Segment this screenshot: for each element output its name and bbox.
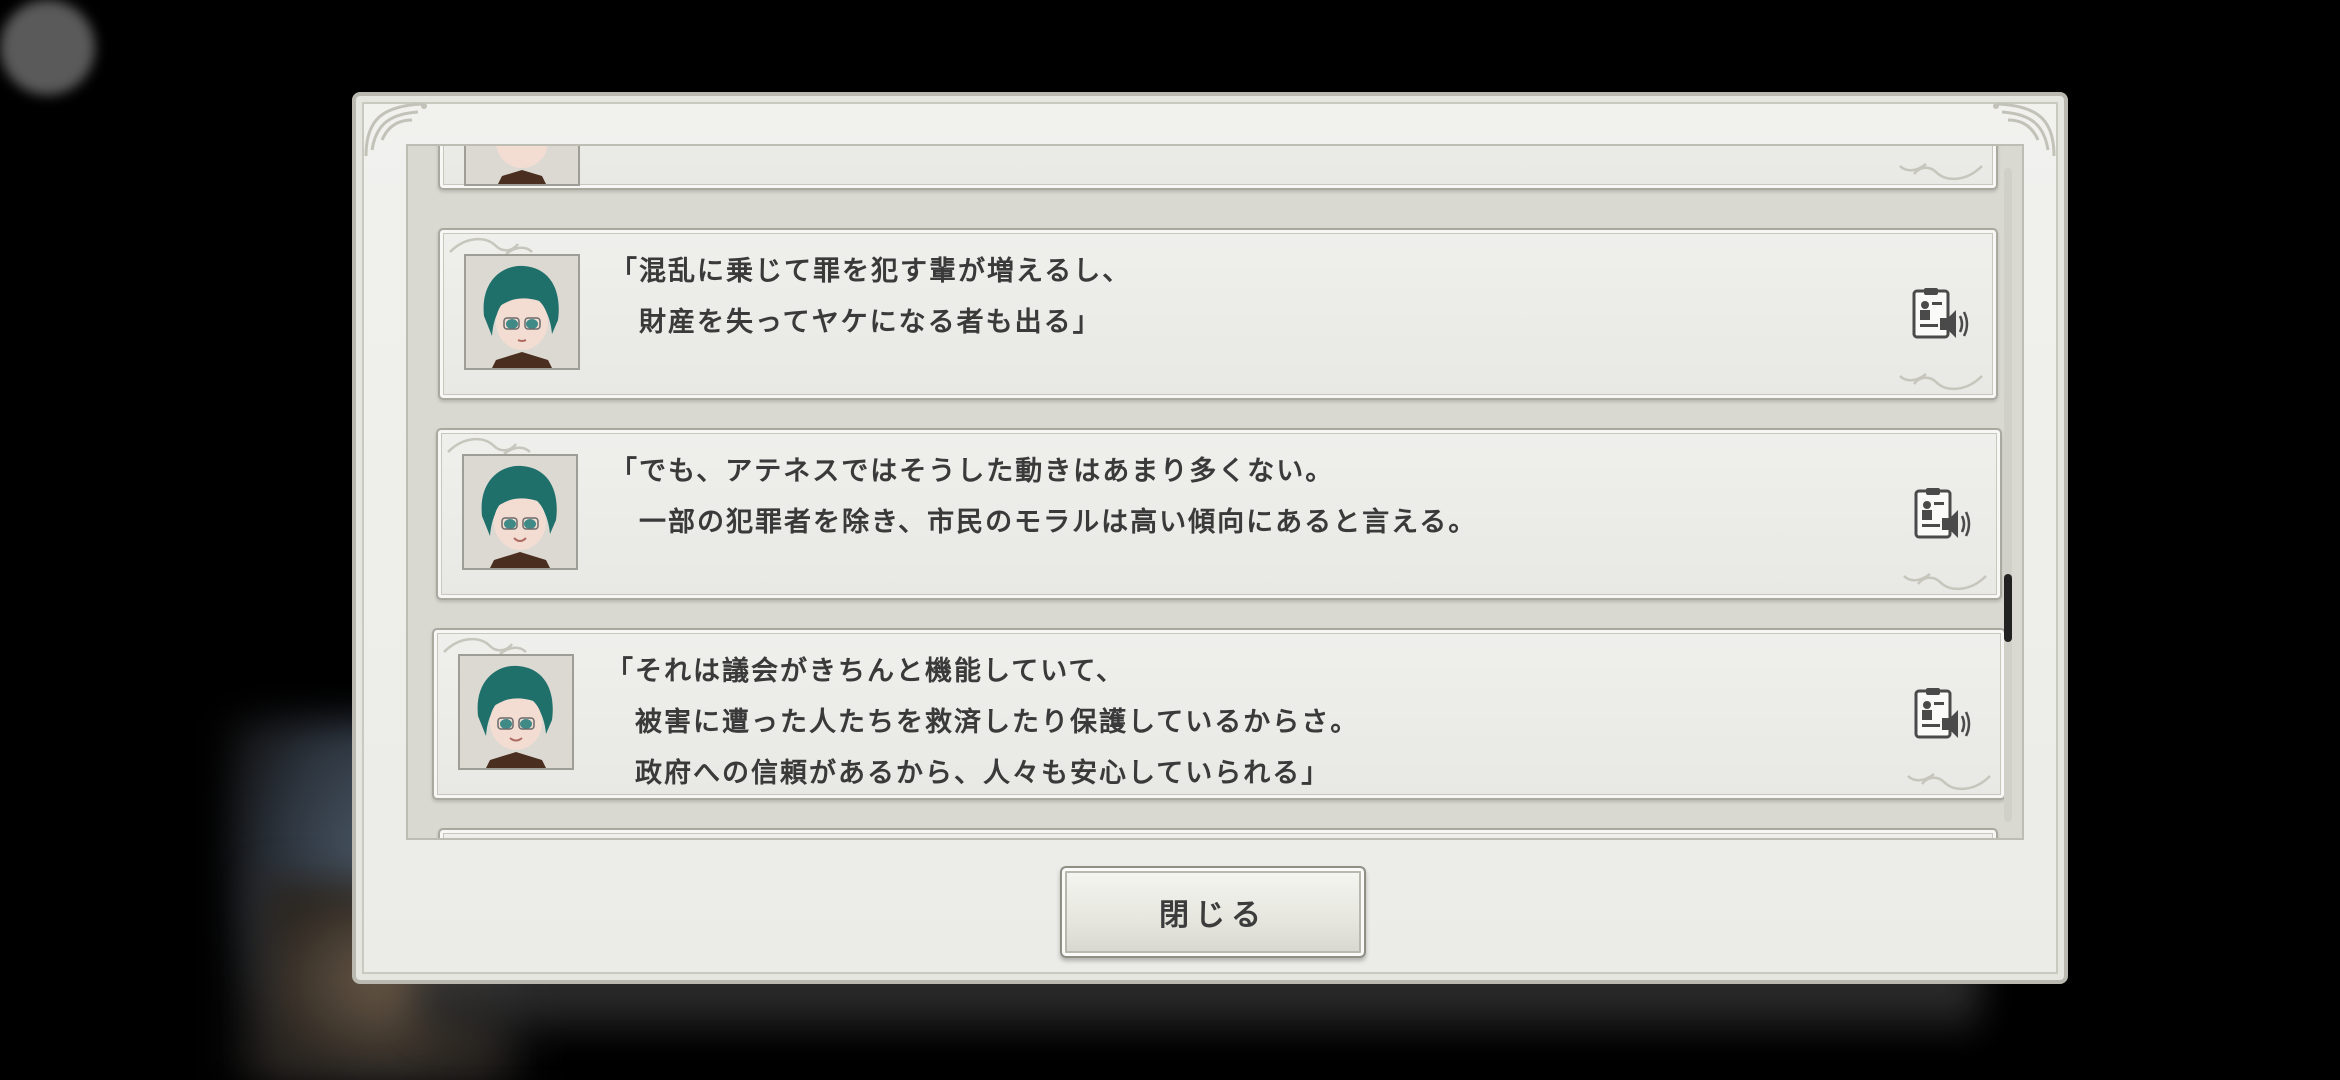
log-entry: 「混乱に乗じて罪を犯す輩が増えるし、 財産を失ってヤケになる者も出る」 [438, 228, 1998, 400]
flourish-ornament-icon [1899, 163, 1983, 180]
speaker-portrait [458, 654, 574, 770]
flourish-ornament-icon [1907, 773, 1991, 790]
speaker-portrait [462, 454, 578, 570]
log-entry [438, 828, 1998, 840]
close-button-label: 閉じる [1159, 898, 1267, 933]
scrollbar-thumb[interactable] [2004, 574, 2012, 642]
voice-replay-icon [1912, 288, 1969, 339]
speaker-portrait [464, 146, 580, 186]
voice-replay-icon [1914, 488, 1971, 539]
flourish-ornament-icon [1903, 573, 1987, 590]
game-screen: 「混乱に乗じて罪を犯す輩が増えるし、 財産を失ってヤケになる者も出る」 「でも、… [0, 0, 2340, 1080]
backlog-dialog: 「混乱に乗じて罪を犯す輩が増えるし、 財産を失ってヤケになる者も出る」 「でも、… [352, 92, 2068, 984]
log-entry: 「でも、アテネスではそうした動きはあまり多くない。 一部の犯罪者を除き、市民のモ… [436, 428, 2002, 600]
dialogue-text: 「それは議会がきちんと機能していて、 被害に遭った人たちを救済したり保護している… [606, 656, 1360, 789]
voice-replay-button[interactable] [1910, 288, 1972, 344]
voice-replay-icon [1914, 688, 1971, 739]
dialogue-text: 「混乱に乗じて罪を犯す輩が増えるし、 財産を失ってヤケになる者も出る」 [610, 256, 1132, 338]
log-entry [438, 146, 1998, 190]
flourish-ornament-icon [1899, 373, 1983, 390]
backlog-list[interactable]: 「混乱に乗じて罪を犯す輩が増えるし、 財産を失ってヤケになる者も出る」 「でも、… [406, 144, 2024, 840]
background-menu-orb-icon [0, 0, 95, 95]
flourish-ornament-icon [446, 832, 536, 840]
dialogue-text: 「でも、アテネスではそうした動きはあまり多くない。 一部の犯罪者を除き、市民のモ… [610, 456, 1478, 538]
log-entry: 「それは議会がきちんと機能していて、 被害に遭った人たちを救済したり保護している… [432, 628, 2006, 800]
voice-replay-button[interactable] [1912, 488, 1974, 544]
speaker-portrait [464, 254, 580, 370]
backlog-scrollbar[interactable] [2004, 168, 2012, 822]
close-button[interactable]: 閉じる [1060, 866, 1366, 958]
voice-replay-button[interactable] [1912, 688, 1974, 744]
